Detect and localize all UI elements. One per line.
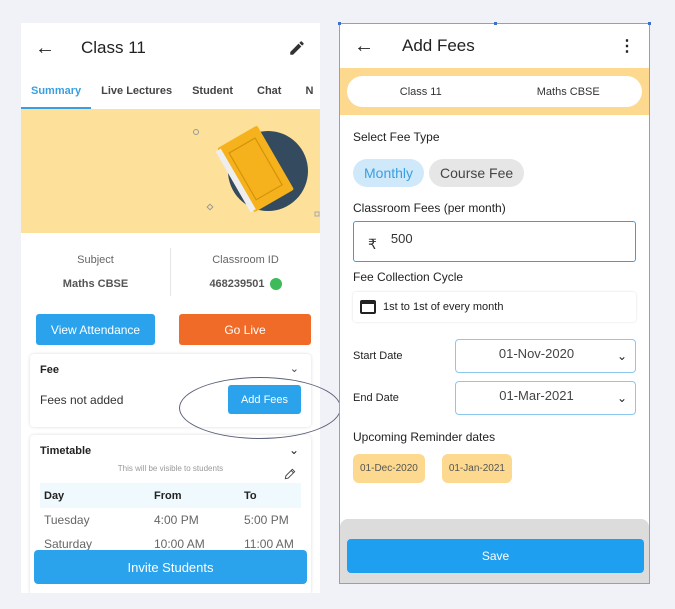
reminder-date-chip: 01-Dec-2020 [353, 454, 425, 483]
calendar-icon [360, 300, 376, 314]
start-date-select[interactable]: 01-Nov-2020 ⌄ [455, 339, 636, 373]
arrow-left-icon[interactable]: ← [354, 35, 402, 58]
arrow-left-icon[interactable]: ← [35, 37, 81, 60]
fee-title: Fee [40, 364, 59, 376]
tab-summary[interactable]: Summary [21, 73, 92, 109]
col-from: From [154, 489, 182, 502]
app-header: ← Add Fees ⋮ [340, 24, 649, 68]
reminder-dates-label: Upcoming Reminder dates [353, 430, 496, 444]
whatsapp-icon[interactable] [269, 278, 282, 291]
book-illustration-icon [193, 126, 320, 217]
pencil-icon[interactable] [288, 39, 306, 57]
classroom-fees-input[interactable]: ₹ 500 [353, 221, 636, 262]
chevron-down-icon: ⌄ [616, 349, 627, 363]
tab-bar: Summary Live Lectures Student Chat N [21, 73, 320, 109]
save-button[interactable]: Save [347, 539, 644, 573]
reminder-date-chip: 01-Jan-2021 [441, 454, 512, 483]
cell-day: Tuesday [44, 513, 90, 527]
chip-monthly[interactable]: Monthly [353, 159, 425, 187]
class-name: Class 11 [399, 85, 442, 98]
cell-day: Saturday [44, 537, 93, 551]
invite-students-button[interactable]: Invite Students [34, 550, 307, 584]
save-footer: Save [340, 519, 649, 583]
start-date-value: 01-Nov-2020 [498, 345, 575, 361]
add-fees-screen: ← Add Fees ⋮ Class 11 Maths CBSE Select … [338, 22, 651, 584]
chip-course-fee[interactable]: Course Fee [429, 159, 525, 187]
class-info: Subject Maths CBSE Classroom ID 46823950… [21, 233, 320, 311]
page-title: Add Fees [402, 36, 475, 55]
table-row: Tuesday 4:00 PM 5:00 PM [40, 508, 301, 532]
classroom-id-label: Classroom ID [212, 253, 279, 266]
cell-to: 5:00 PM [244, 513, 289, 527]
classroom-fees-label: Classroom Fees (per month) [353, 201, 506, 215]
classroom-id-value: 468239501 [209, 277, 265, 290]
subject-label: Subject [77, 254, 114, 266]
selection-handle [494, 22, 497, 25]
selection-handle [338, 22, 341, 25]
fee-status: Fees not added [40, 392, 124, 407]
cell-from: 4:00 PM [154, 513, 199, 527]
tab-chat[interactable]: Chat [243, 73, 295, 109]
start-date-label: Start Date [353, 350, 403, 362]
subject-value: Maths CBSE [62, 278, 129, 290]
fee-type-chips: Monthly Course Fee [353, 159, 636, 187]
more-vertical-icon[interactable]: ⋮ [619, 36, 635, 56]
cell-to: 11:00 AM [244, 537, 294, 551]
end-date-label: End Date [353, 392, 399, 404]
end-date-value: 01-Mar-2021 [499, 387, 574, 403]
collection-cycle-value: 1st to 1st of every month [383, 301, 504, 313]
fee-amount[interactable]: 500 [391, 231, 413, 246]
tab-more[interactable]: N [295, 73, 320, 109]
view-attendance-button[interactable]: View Attendance [36, 314, 155, 345]
selection-handle [648, 22, 651, 25]
rupee-icon: ₹ [368, 236, 377, 252]
chevron-down-icon[interactable]: ⌄ [289, 443, 299, 457]
timetable-subtitle: This will be visible to students [117, 464, 224, 473]
collection-cycle-field[interactable]: 1st to 1st of every month [353, 292, 636, 322]
highlight-annotation [179, 377, 341, 439]
reminder-dates: 01-Dec-2020 01-Jan-2021 [353, 454, 636, 483]
go-live-button[interactable]: Go Live [179, 314, 311, 345]
end-date-select[interactable]: 01-Mar-2021 ⌄ [455, 381, 636, 415]
timetable-header: Day From To [40, 483, 301, 508]
class-banner [21, 109, 320, 233]
cell-from: 10:00 AM [154, 537, 205, 551]
page-title: Class 11 [81, 38, 146, 57]
app-header: ← Class 11 [21, 23, 320, 73]
collection-cycle-label: Fee Collection Cycle [353, 270, 464, 284]
col-to: To [244, 489, 257, 502]
tab-student[interactable]: Student [182, 73, 243, 109]
chevron-down-icon[interactable]: ⌄ [290, 362, 299, 375]
pencil-outline-icon[interactable] [283, 467, 297, 481]
chevron-down-icon: ⌄ [616, 391, 627, 405]
subject-name: Maths CBSE [536, 85, 600, 98]
tab-live-lectures[interactable]: Live Lectures [91, 73, 182, 109]
col-day: Day [44, 489, 65, 502]
class-context-pill: Class 11 Maths CBSE [347, 76, 642, 107]
timetable-title: Timetable [40, 445, 92, 457]
context-band: Class 11 Maths CBSE [340, 68, 649, 115]
class-summary-screen: ← Class 11 Summary Live Lectures Student… [21, 23, 320, 593]
fee-type-label: Select Fee Type [353, 130, 440, 144]
